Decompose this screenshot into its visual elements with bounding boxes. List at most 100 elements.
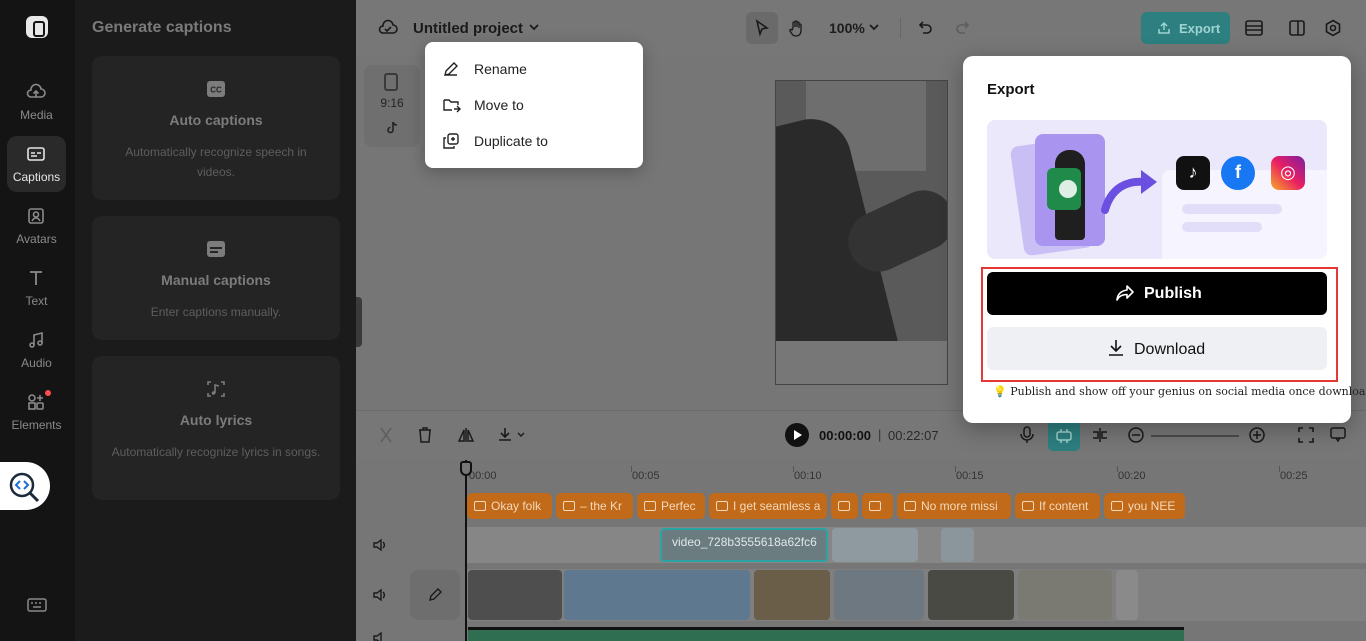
caption-clip[interactable]: Okay folk	[467, 493, 552, 519]
zoom-chevron-icon[interactable]	[868, 22, 880, 32]
redo-icon[interactable]	[954, 19, 972, 37]
main-clip[interactable]	[1116, 570, 1138, 620]
rail-item-captions[interactable]: Captions	[7, 136, 66, 192]
caption-clip-icon	[1022, 501, 1034, 511]
menu-item-duplicate-to[interactable]: Duplicate to	[425, 123, 643, 159]
cloud-sync-icon[interactable]	[378, 18, 398, 36]
delete-icon[interactable]	[417, 426, 433, 444]
caption-clip[interactable]: No more missi	[897, 493, 1011, 519]
export-popup: Export ♪ f ◎ Publish Download 💡 Publish …	[963, 56, 1366, 423]
caption-clip-text: I get seamless a	[733, 499, 821, 513]
zoom-inspect-badge[interactable]	[0, 462, 50, 510]
main-clip[interactable]	[564, 570, 750, 620]
publish-button[interactable]: Publish	[987, 272, 1327, 315]
speaker-icon[interactable]	[372, 587, 388, 603]
caption-clip-icon	[716, 501, 728, 511]
card-description: Automatically recognize lyrics in songs.	[111, 445, 321, 459]
caption-clip[interactable]: I get seamless a	[709, 493, 827, 519]
main-clip[interactable]	[928, 570, 1014, 620]
panel-layout-icon[interactable]	[1288, 19, 1306, 37]
rail-item-media[interactable]: Media	[7, 74, 66, 130]
project-name[interactable]: Untitled project	[413, 20, 523, 37]
caption-clip-text: Perfec	[661, 499, 696, 513]
elements-icon	[28, 394, 44, 410]
caption-clip[interactable]: – the Kr	[556, 493, 633, 519]
play-button[interactable]	[785, 423, 809, 447]
main-clip[interactable]	[1018, 570, 1112, 620]
download-clip-icon[interactable]	[497, 426, 527, 444]
caption-clip[interactable]: If content	[1015, 493, 1100, 519]
main-clip[interactable]	[468, 570, 562, 620]
microphone-icon[interactable]	[1019, 426, 1035, 444]
export-button[interactable]: Export	[1141, 12, 1230, 44]
card-title: Manual captions	[161, 272, 271, 288]
manual-captions-card[interactable]: Manual captions Enter captions manually.	[92, 216, 340, 340]
hand-icon	[789, 20, 802, 37]
link-tracks-icon[interactable]	[1091, 426, 1109, 444]
zoom-in-icon[interactable]	[1248, 426, 1266, 444]
hand-tool-button[interactable]	[781, 12, 813, 44]
facebook-icon: f	[1221, 156, 1255, 190]
rail-label-avatars: Avatars	[16, 232, 57, 246]
pencil-icon	[444, 62, 458, 76]
caption-clip[interactable]: Perfec	[637, 493, 705, 519]
magnet-toggle[interactable]	[1048, 421, 1080, 451]
magnifier-code-icon	[9, 472, 40, 503]
flip-icon[interactable]	[457, 426, 475, 444]
zoom-level[interactable]: 100%	[829, 20, 865, 36]
settings-gear-icon[interactable]	[1324, 19, 1342, 37]
edit-cover-button[interactable]	[410, 570, 460, 620]
main-clip[interactable]	[834, 570, 924, 620]
caption-clip-icon	[474, 501, 486, 511]
export-tip-text: Publish and show off your genius on soci…	[1010, 385, 1366, 398]
timeline-ruler[interactable]: 00:00 00:05 00:10 00:15 00:20 00:25	[356, 460, 1366, 490]
playhead-handle[interactable]	[460, 461, 472, 476]
ruler-tick	[1117, 466, 1118, 472]
rail-item-text[interactable]: Text	[7, 260, 66, 316]
menu-item-rename[interactable]: Rename	[425, 51, 643, 87]
ruler-label: 00:05	[632, 470, 660, 482]
fit-screen-icon[interactable]	[1297, 426, 1315, 444]
split-icon[interactable]	[378, 426, 394, 444]
current-time: 00:00:00	[819, 428, 872, 443]
speaker-icon[interactable]	[372, 630, 388, 641]
keyboard-icon[interactable]	[27, 598, 47, 612]
rail-item-avatars[interactable]: Avatars	[7, 198, 66, 254]
caption-clip[interactable]: you NEE	[1104, 493, 1185, 519]
audio-track[interactable]	[468, 627, 1184, 641]
main-clip[interactable]	[754, 570, 830, 620]
comment-icon[interactable]	[1329, 426, 1347, 444]
auto-lyrics-card[interactable]: Auto lyrics Automatically recognize lyri…	[92, 356, 340, 500]
rail-item-elements[interactable]: Elements	[7, 384, 66, 440]
layers-icon[interactable]	[1244, 19, 1264, 37]
caption-clip[interactable]	[831, 493, 858, 519]
collapse-panel-handle[interactable]	[356, 297, 362, 347]
caption-clip[interactable]	[862, 493, 893, 519]
ruler-tick	[793, 466, 794, 472]
caption-clip-icon	[644, 501, 656, 511]
zoom-out-icon[interactable]	[1127, 426, 1145, 444]
duplicate-icon	[443, 133, 459, 149]
video-clip-selected[interactable]: video_728b3555618a62fc6	[660, 528, 828, 562]
speaker-icon[interactable]	[372, 537, 388, 553]
rail-item-audio[interactable]: Audio	[7, 322, 66, 378]
video-clip[interactable]	[941, 528, 974, 562]
undo-icon[interactable]	[916, 19, 934, 37]
video-preview[interactable]	[775, 80, 948, 385]
auto-captions-card[interactable]: CC Auto captions Automatically recognize…	[92, 56, 340, 200]
timeline-zoom-slider[interactable]	[1151, 435, 1239, 437]
text-icon	[30, 271, 42, 285]
app-logo-icon[interactable]	[26, 16, 48, 38]
publish-label: Publish	[1144, 285, 1202, 302]
download-button[interactable]: Download	[987, 327, 1327, 370]
select-tool-button[interactable]	[746, 12, 778, 44]
video-clip[interactable]	[832, 528, 918, 562]
aspect-ratio-selector[interactable]: 9:16	[364, 65, 420, 147]
caption-clip-text: Okay folk	[491, 499, 542, 513]
playhead[interactable]	[465, 460, 467, 641]
menu-item-move-to[interactable]: Move to	[425, 87, 643, 123]
rail-label-text: Text	[25, 294, 48, 308]
panel-title: Generate captions	[92, 19, 232, 36]
chevron-down-icon[interactable]	[528, 22, 540, 32]
ruler-label: 00:00	[469, 470, 497, 482]
